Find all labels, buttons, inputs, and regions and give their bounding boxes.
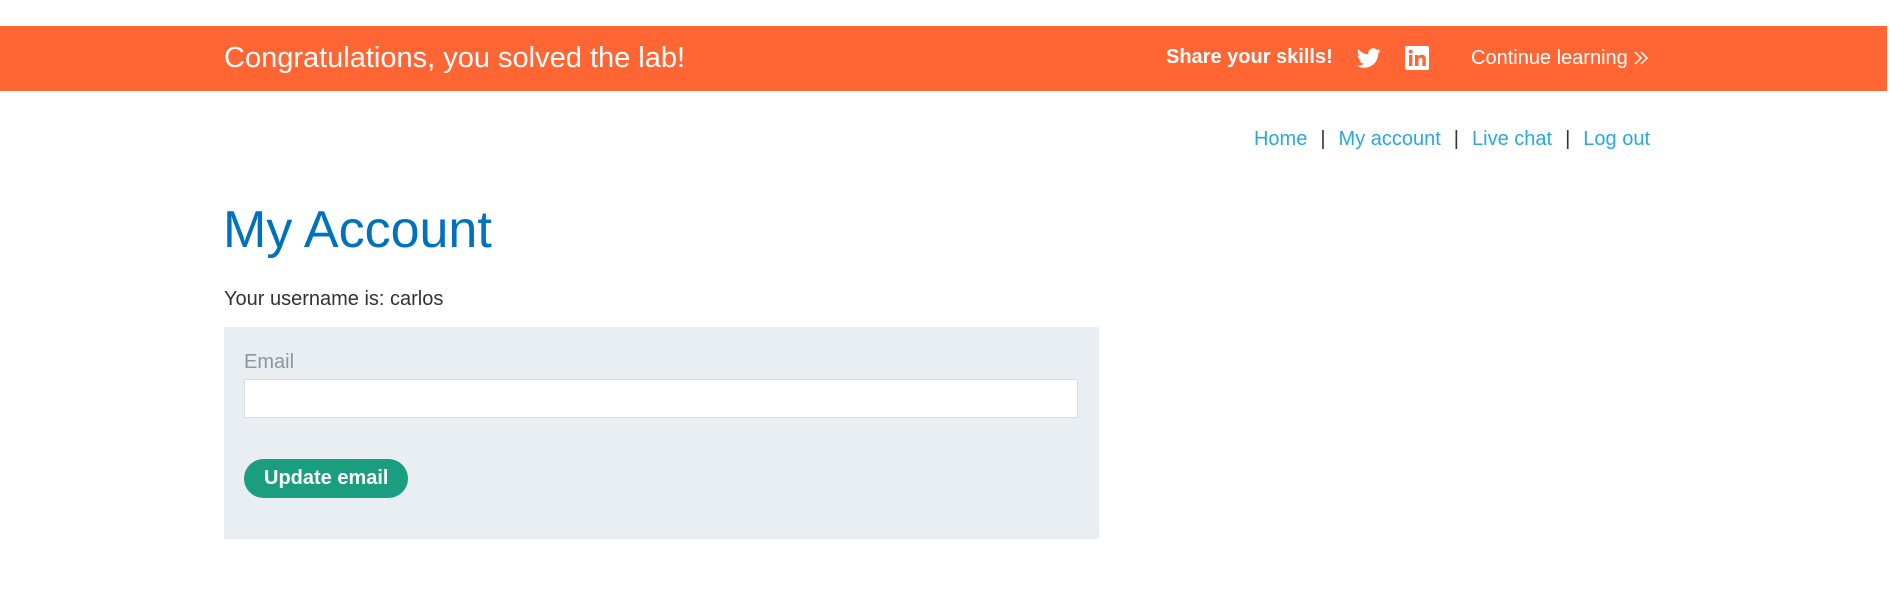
nav-separator: | <box>1565 128 1571 150</box>
nav-my-account-link[interactable]: My account <box>1339 128 1441 150</box>
top-nav: Home | My account | Live chat | Log out <box>1254 128 1650 151</box>
page: Congratulations, you solved the lab! Sha… <box>0 0 1891 593</box>
share-skills-label: Share your skills! <box>1166 46 1333 68</box>
twitter-icon[interactable] <box>1356 46 1382 70</box>
update-email-form: Email Update email <box>224 327 1099 539</box>
nav-separator: | <box>1320 128 1326 150</box>
lab-solved-banner: Congratulations, you solved the lab! Sha… <box>0 26 1887 91</box>
linkedin-icon[interactable] <box>1405 46 1429 70</box>
nav-home-link[interactable]: Home <box>1254 128 1307 150</box>
banner-title: Congratulations, you solved the lab! <box>224 42 686 74</box>
continue-learning-label: Continue learning <box>1471 47 1628 69</box>
page-title: My Account <box>223 201 492 259</box>
update-email-button[interactable]: Update email <box>244 459 409 498</box>
username-text: Your username is: carlos <box>224 288 444 310</box>
nav-log-out-link[interactable]: Log out <box>1583 128 1650 150</box>
continue-learning-link[interactable]: Continue learning <box>1471 26 1649 91</box>
email-label: Email <box>244 351 295 373</box>
email-input[interactable] <box>244 379 1078 418</box>
double-chevron-right-icon <box>1634 51 1648 65</box>
nav-live-chat-link[interactable]: Live chat <box>1472 128 1552 150</box>
nav-separator: | <box>1453 128 1459 150</box>
